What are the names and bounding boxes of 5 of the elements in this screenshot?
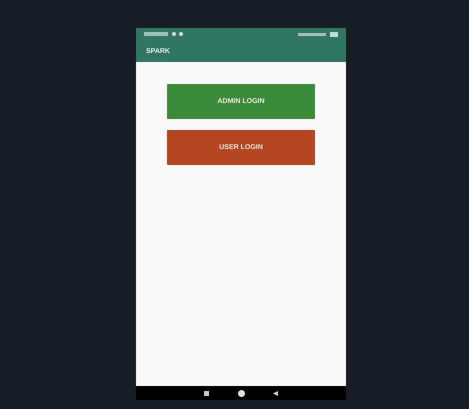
back-icon[interactable] (272, 390, 278, 396)
home-icon[interactable] (238, 390, 244, 396)
notification-icons (144, 32, 184, 36)
recents-icon[interactable] (204, 390, 210, 396)
system-icons (298, 32, 338, 36)
